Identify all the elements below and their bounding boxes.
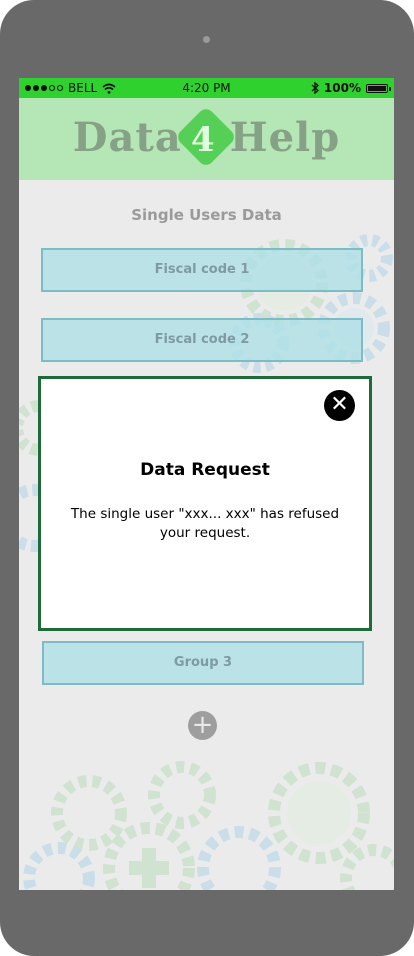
logo-text-right: Help bbox=[229, 114, 341, 161]
battery-icon bbox=[366, 83, 391, 93]
group-button-fiscal-code-2[interactable]: Fiscal code 2 bbox=[41, 318, 363, 362]
logo-text-left: Data bbox=[72, 114, 182, 161]
camera-dot bbox=[203, 36, 210, 43]
add-group-button[interactable]: + bbox=[188, 711, 217, 740]
modal-message: The single user "xxx... xxx" has refused… bbox=[70, 506, 340, 541]
app-header: Data 4 Help bbox=[19, 98, 394, 180]
phone-frame: BELL 4:20 PM 100% Data 4 Help Single Use… bbox=[0, 0, 414, 956]
logo-badge: 4 bbox=[174, 105, 237, 169]
battery-percent: 100% bbox=[323, 81, 361, 95]
status-bar: BELL 4:20 PM 100% bbox=[19, 78, 394, 98]
logo-badge-number: 4 bbox=[190, 119, 216, 160]
page-title: Single Users Data bbox=[131, 206, 282, 224]
close-icon[interactable]: ✕ bbox=[324, 390, 355, 421]
app-logo: Data 4 Help bbox=[19, 105, 394, 169]
modal-title: Data Request bbox=[140, 460, 270, 480]
status-right: 100% bbox=[311, 81, 391, 95]
group-button-group-3[interactable]: Group 3 bbox=[42, 641, 364, 685]
group-button-fiscal-code-1[interactable]: Fiscal code 1 bbox=[41, 248, 363, 292]
bluetooth-icon bbox=[311, 82, 319, 94]
app-screen: BELL 4:20 PM 100% Data 4 Help Single Use… bbox=[19, 78, 394, 890]
data-request-modal: ✕ Data Request The single user "xxx... x… bbox=[38, 376, 372, 631]
